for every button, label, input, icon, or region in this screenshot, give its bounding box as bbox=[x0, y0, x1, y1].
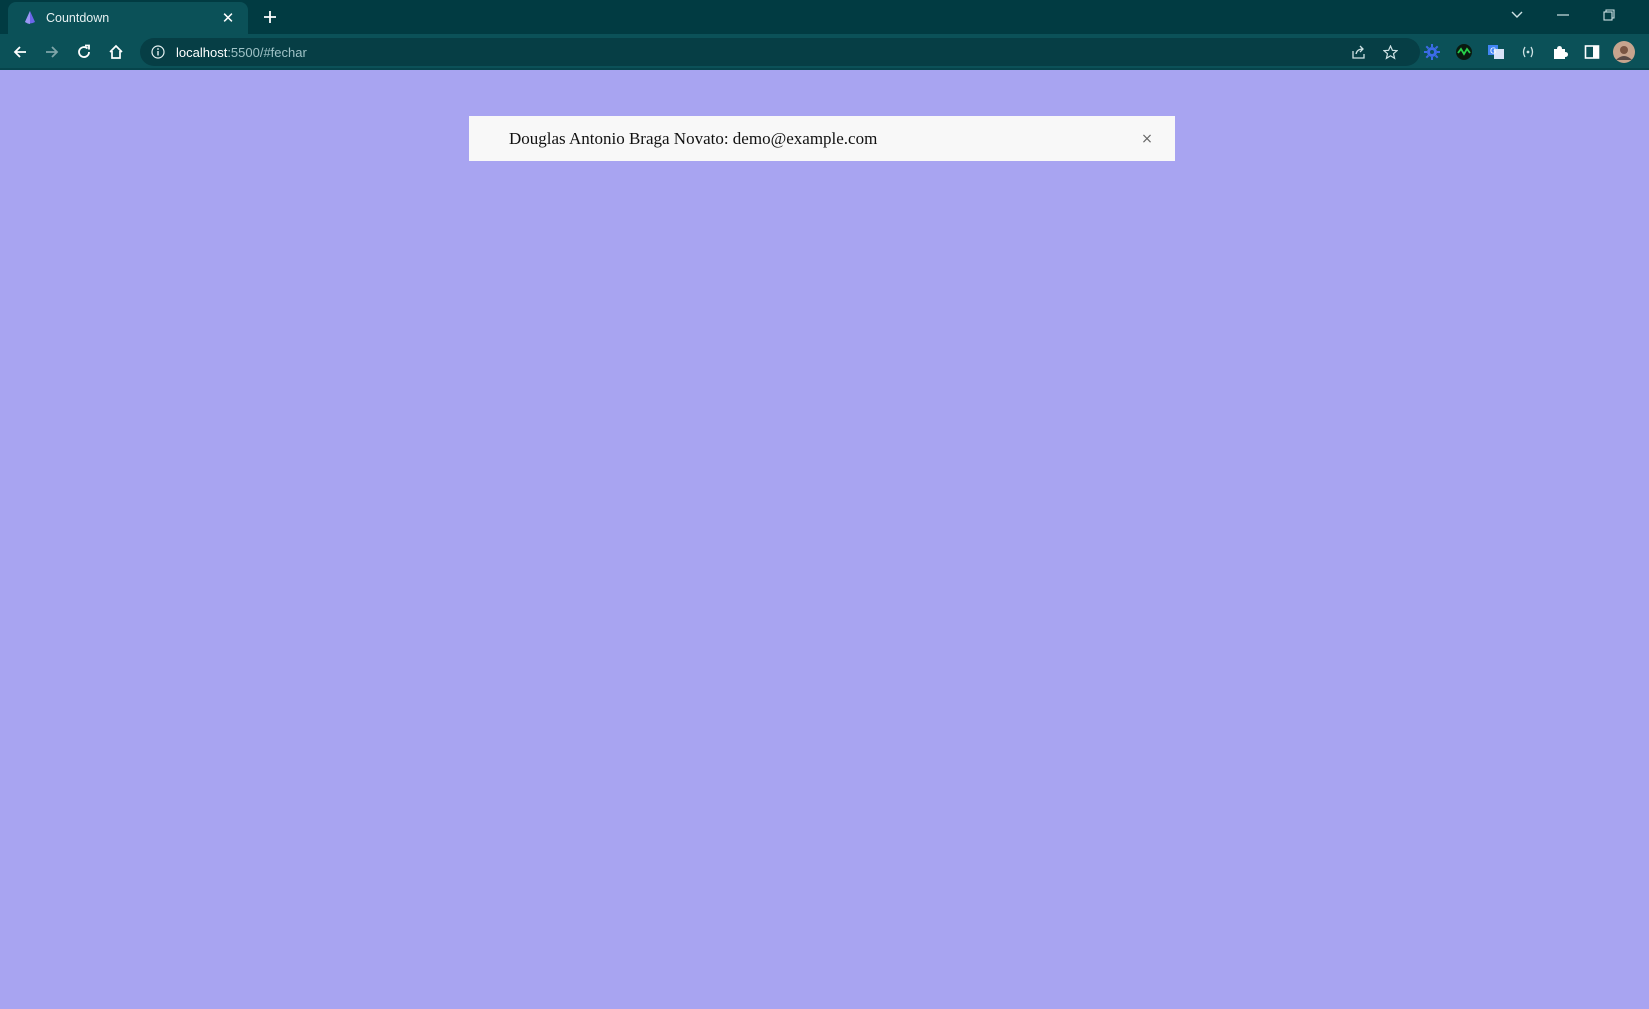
minimize-icon bbox=[1557, 14, 1569, 16]
svg-text:G: G bbox=[1490, 47, 1496, 56]
browser-tab[interactable]: Countdown ✕ bbox=[8, 2, 248, 34]
home-icon bbox=[109, 44, 123, 59]
tab-search-button[interactable] bbox=[1502, 3, 1532, 27]
tab-strip: Countdown ✕ bbox=[0, 0, 1649, 34]
url-host: localhost bbox=[176, 44, 228, 60]
arrow-left-icon bbox=[13, 46, 26, 58]
share-icon[interactable] bbox=[1349, 43, 1367, 61]
home-button[interactable] bbox=[104, 40, 128, 64]
reload-button[interactable] bbox=[72, 40, 96, 64]
new-tab-button[interactable] bbox=[258, 5, 282, 29]
close-icon[interactable]: × bbox=[1137, 129, 1157, 149]
restore-icon bbox=[1603, 9, 1615, 21]
address-bar[interactable]: localhost:5500/#fechar bbox=[140, 38, 1420, 66]
info-icon[interactable] bbox=[150, 44, 166, 60]
reload-icon bbox=[78, 44, 90, 58]
arrow-right-icon bbox=[46, 46, 59, 58]
browser-toolbar: localhost:5500/#fechar G bbox=[0, 34, 1649, 70]
tab-title: Countdown bbox=[46, 11, 110, 25]
tab-close-icon[interactable]: ✕ bbox=[218, 8, 238, 28]
url-path: :5500/#fechar bbox=[227, 44, 307, 60]
notification-bar: Douglas Antonio Braga Novato: demo@examp… bbox=[469, 116, 1175, 161]
extension-monitor-icon[interactable] bbox=[1453, 41, 1475, 63]
bookmark-star-icon[interactable] bbox=[1381, 43, 1399, 61]
notification-text: Douglas Antonio Braga Novato: demo@examp… bbox=[509, 128, 878, 148]
restore-button[interactable] bbox=[1594, 3, 1624, 27]
side-panel-icon[interactable] bbox=[1581, 41, 1603, 63]
minimize-button[interactable] bbox=[1548, 3, 1578, 27]
chevron-down-icon bbox=[1511, 11, 1523, 18]
extensions-puzzle-icon[interactable] bbox=[1549, 41, 1571, 63]
forward-button[interactable] bbox=[40, 40, 64, 64]
back-button[interactable] bbox=[8, 40, 32, 64]
droplet-icon bbox=[20, 8, 40, 28]
extension-brackets-icon[interactable] bbox=[1517, 41, 1539, 63]
translate-icon[interactable]: G bbox=[1485, 41, 1507, 63]
avatar[interactable] bbox=[1613, 41, 1635, 63]
plus-icon bbox=[264, 11, 276, 23]
extension-gear-icon[interactable] bbox=[1421, 41, 1443, 63]
